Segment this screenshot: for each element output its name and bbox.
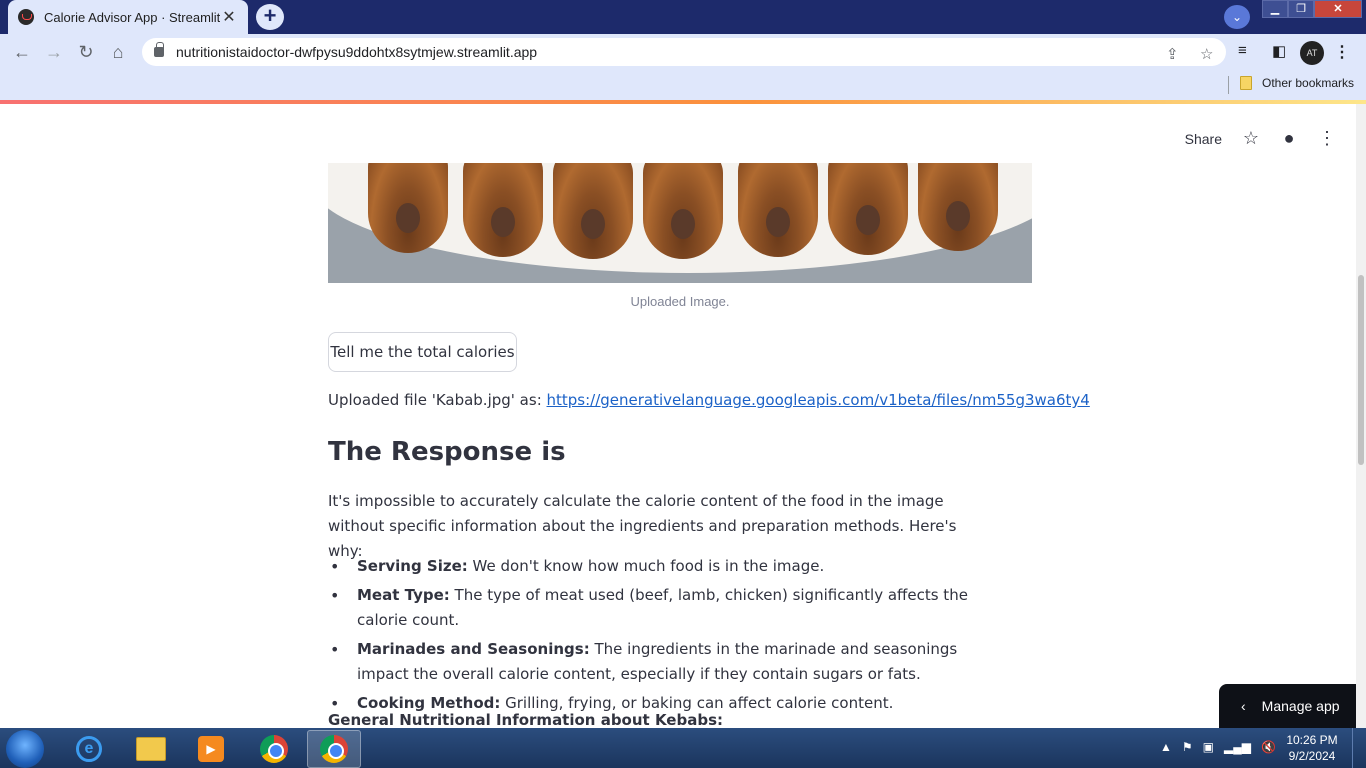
list-item-term: Meat Type: — [357, 586, 450, 604]
kebab-piece — [463, 163, 543, 257]
app-header: Share ☆ ● ⋮ — [1185, 128, 1336, 149]
volume-muted-icon[interactable]: 🔇 — [1261, 740, 1276, 754]
browser-tab-strip: Calorie Advisor App · Streamlit ✕ + ⌄ ▁ … — [0, 0, 1366, 34]
internet-explorer-icon: e — [76, 736, 102, 762]
taskbar-media-player[interactable]: ▶ — [184, 730, 238, 768]
response-intro: It's impossible to accurately calculate … — [328, 492, 957, 560]
other-bookmarks-folder[interactable]: Other bookmarks — [1240, 76, 1354, 90]
media-player-icon: ▶ — [198, 736, 224, 762]
chevron-left-icon: ‹ — [1241, 698, 1246, 714]
action-center-flag-icon[interactable]: ⚑ — [1182, 740, 1193, 754]
taskbar-chrome-active[interactable] — [307, 730, 361, 768]
show-hidden-icons-icon[interactable]: ▲ — [1160, 740, 1172, 754]
back-arrow-icon[interactable]: ← — [10, 40, 34, 64]
streamlit-favicon-icon — [18, 9, 34, 25]
start-button[interactable] — [6, 730, 44, 768]
github-icon[interactable]: ● — [1280, 128, 1298, 149]
list-item-term: Cooking Method: — [357, 694, 501, 712]
manage-app-label: Manage app — [1261, 698, 1340, 714]
lock-icon — [154, 42, 164, 57]
tab-title: Calorie Advisor App · Streamlit — [44, 9, 220, 25]
taskbar-file-explorer[interactable] — [124, 730, 178, 768]
windows-taskbar: e ▶ ▲ ⚑ ▣ ▂▄▆ 🔇 10:26 PM 9/2/2024 — [0, 728, 1366, 768]
home-icon[interactable]: ⌂ — [106, 40, 130, 64]
kebab-piece — [738, 163, 818, 257]
close-window-button[interactable]: ✕ — [1314, 0, 1362, 18]
list-item-text: Grilling, frying, or baking can affect c… — [500, 694, 894, 712]
forward-arrow-icon[interactable]: → — [42, 40, 66, 64]
uploaded-file-link[interactable]: https://generativelanguage.googleapis.co… — [547, 391, 1090, 409]
other-bookmarks-label: Other bookmarks — [1262, 76, 1355, 90]
share-page-icon[interactable]: ⇪ — [1166, 45, 1179, 63]
uploaded-file-text: Uploaded file 'Kabab.jpg' as: https://ge… — [328, 391, 1090, 409]
kebab-piece — [918, 163, 998, 251]
general-info-subheading: General Nutritional Information about Ke… — [328, 711, 723, 728]
browser-tab[interactable]: Calorie Advisor App · Streamlit ✕ — [8, 0, 248, 34]
reading-list-icon[interactable]: ≡ — [1238, 42, 1247, 59]
maximize-button[interactable]: ❐ — [1288, 0, 1314, 18]
manage-app-button[interactable]: ‹ Manage app — [1219, 684, 1356, 728]
image-caption: Uploaded Image. — [630, 294, 730, 309]
tab-search-button[interactable]: ⌄ — [1224, 5, 1250, 29]
taskbar-clock[interactable]: 10:26 PM 9/2/2024 — [1282, 732, 1342, 764]
clock-date: 9/2/2024 — [1288, 749, 1336, 763]
clock-time: 10:26 PM — [1286, 733, 1338, 747]
reasons-list: Serving Size: We don't know how much foo… — [328, 554, 1008, 720]
kebab-piece — [828, 163, 908, 255]
device-icon[interactable]: ▣ — [1203, 740, 1214, 754]
kebab-piece — [368, 163, 448, 253]
list-item: Marinades and Seasonings: The ingredient… — [328, 637, 1008, 687]
reload-icon[interactable]: ↻ — [74, 40, 98, 64]
kebab-piece — [643, 163, 723, 259]
list-item-term: Marinades and Seasonings: — [357, 640, 590, 658]
total-calories-button[interactable]: Tell me the total calories — [328, 332, 517, 372]
minimize-button[interactable]: ▁ — [1262, 0, 1288, 18]
app-page: Share ☆ ● ⋮ Uploaded Image. Tell me the … — [0, 104, 1356, 728]
share-button[interactable]: Share — [1185, 131, 1222, 147]
taskbar-internet-explorer[interactable]: e — [62, 730, 116, 768]
list-item-term: Serving Size: — [357, 557, 468, 575]
chrome-menu-icon[interactable]: ⋮ — [1334, 42, 1350, 62]
uploaded-food-image — [328, 163, 1032, 283]
chrome-icon — [260, 735, 288, 763]
address-bar[interactable]: nutritionistaidoctor-dwfpysu9ddohtx8sytm… — [142, 38, 1226, 66]
browser-toolbar: ← → ↻ ⌂ nutritionistaidoctor-dwfpysu9ddo… — [0, 34, 1366, 70]
main-menu-icon[interactable]: ⋮ — [1318, 128, 1336, 149]
bookmarks-separator — [1228, 76, 1229, 94]
bookmarks-bar: Other bookmarks — [0, 70, 1366, 100]
list-item: Meat Type: The type of meat used (beef, … — [328, 583, 1008, 633]
file-explorer-icon — [136, 737, 166, 761]
folder-icon — [1240, 76, 1252, 90]
response-heading: The Response is — [328, 437, 566, 467]
close-tab-icon[interactable]: ✕ — [220, 7, 238, 27]
profile-avatar[interactable]: AT — [1300, 41, 1324, 65]
show-desktop-button[interactable] — [1352, 728, 1366, 768]
bookmark-star-icon[interactable]: ☆ — [1200, 45, 1213, 63]
chrome-profile-icon — [320, 735, 348, 763]
url-text: nutritionistaidoctor-dwfpysu9ddohtx8sytm… — [176, 44, 538, 60]
side-panel-icon[interactable]: ◧ — [1272, 42, 1286, 60]
uploaded-file-prefix: Uploaded file 'Kabab.jpg' as: — [328, 391, 547, 409]
new-tab-button[interactable]: + — [256, 4, 284, 30]
scrollbar-thumb[interactable] — [1358, 275, 1364, 465]
network-signal-icon[interactable]: ▂▄▆ — [1224, 740, 1251, 754]
star-icon[interactable]: ☆ — [1242, 128, 1260, 149]
kebab-piece — [553, 163, 633, 259]
list-item: Serving Size: We don't know how much foo… — [328, 554, 1008, 579]
list-item-text: We don't know how much food is in the im… — [467, 557, 825, 575]
system-tray: ▲ ⚑ ▣ ▂▄▆ 🔇 — [1160, 740, 1276, 754]
taskbar-chrome[interactable] — [247, 730, 301, 768]
